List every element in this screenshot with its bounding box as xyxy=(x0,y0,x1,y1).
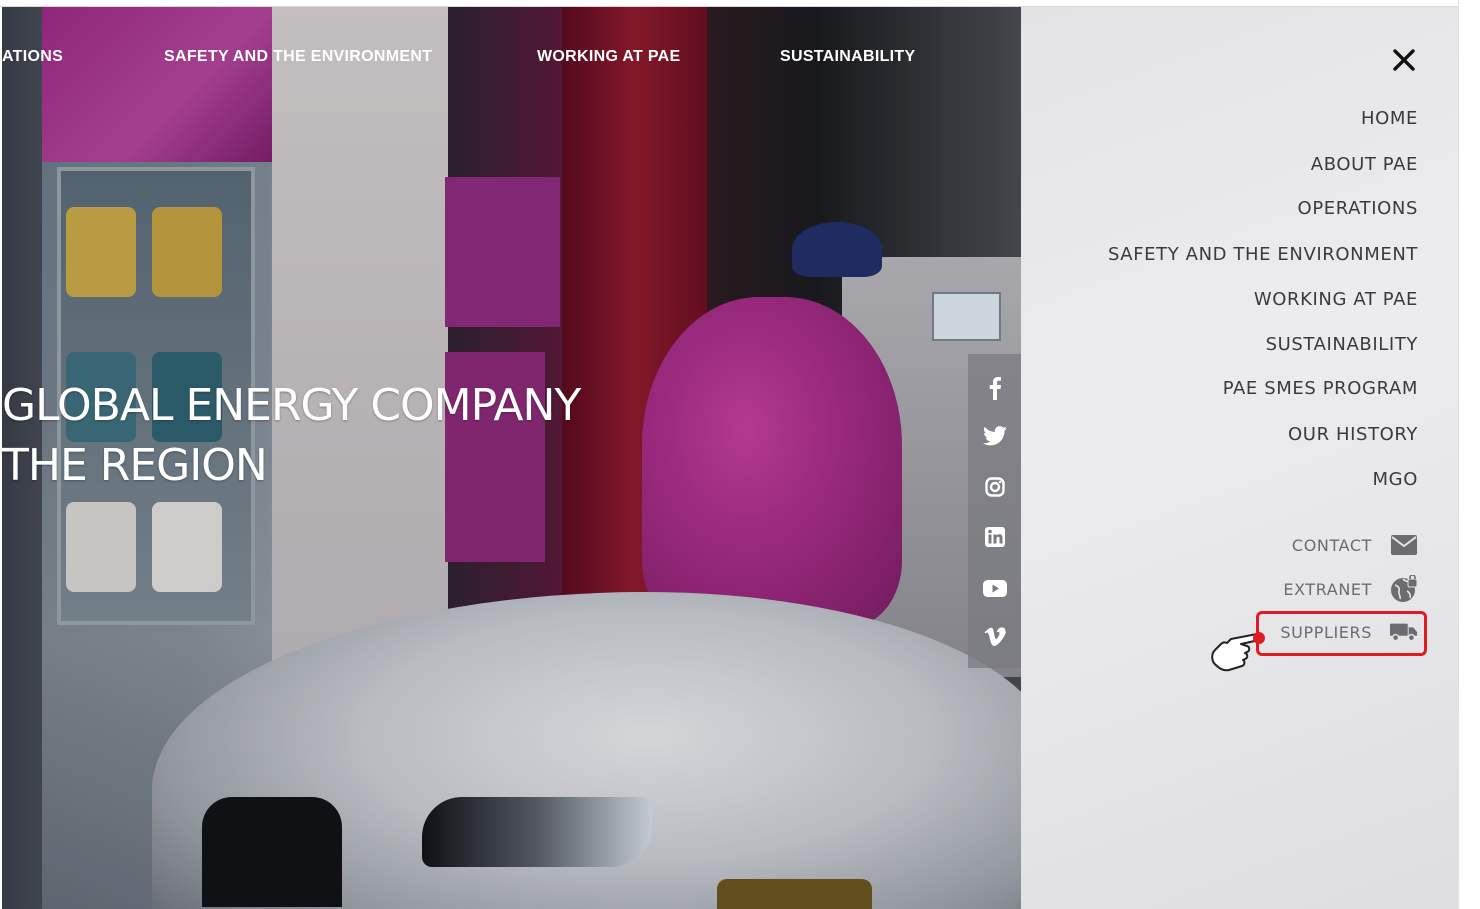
globe-lock-icon xyxy=(1390,575,1418,602)
extranet-label: EXTRANET xyxy=(1283,579,1372,599)
menu-item-our-history[interactable]: OUR HISTORY xyxy=(1288,424,1418,445)
facebook-icon[interactable] xyxy=(968,370,1021,406)
topnav-item-sustainability[interactable]: SUSTAINABILITY xyxy=(780,48,915,66)
menu-item-about-pae[interactable]: ABOUT PAE xyxy=(1311,154,1418,175)
hero-headline-line2: THE REGION xyxy=(2,440,268,491)
close-icon[interactable] xyxy=(1390,46,1418,74)
hero-headline-line1: GLOBAL ENERGY COMPANY xyxy=(2,380,581,431)
menu-item-pae-smes-program[interactable]: PAE SMES PROGRAM xyxy=(1223,378,1418,399)
menu-item-sustainability[interactable]: SUSTAINABILITY xyxy=(1266,334,1418,355)
menu-item-working-at-pae[interactable]: WORKING AT PAE xyxy=(1254,289,1418,310)
envelope-icon xyxy=(1390,533,1418,557)
menu-item-mgo[interactable]: MGO xyxy=(1373,469,1418,490)
suppliers-highlight xyxy=(1256,611,1427,656)
social-bar xyxy=(968,354,1021,668)
topnav-item-operations[interactable]: ATIONS xyxy=(2,48,63,66)
topnav-item-safety[interactable]: SAFETY AND THE ENVIRONMENT xyxy=(164,48,432,66)
window-edge xyxy=(1458,0,1480,909)
contact-label: CONTACT xyxy=(1291,535,1372,555)
twitter-icon[interactable] xyxy=(968,418,1021,454)
topnav-item-working[interactable]: WORKING AT PAE xyxy=(537,48,680,66)
hand-pointer-icon xyxy=(1207,624,1267,674)
browser-viewport: ATIONS SAFETY AND THE ENVIRONMENT WORKIN… xyxy=(0,0,1480,909)
menu-item-safety[interactable]: SAFETY AND THE ENVIRONMENT xyxy=(1108,244,1418,265)
top-border xyxy=(0,0,1480,7)
side-menu-panel xyxy=(1021,7,1458,909)
extranet-link[interactable]: EXTRANET xyxy=(1283,575,1418,602)
instagram-icon[interactable] xyxy=(968,469,1021,505)
vimeo-icon[interactable] xyxy=(968,619,1021,655)
linkedin-icon[interactable] xyxy=(968,519,1021,555)
menu-item-operations[interactable]: OPERATIONS xyxy=(1298,198,1418,219)
menu-item-home[interactable]: HOME xyxy=(1361,108,1418,129)
contact-link[interactable]: CONTACT xyxy=(1292,533,1418,557)
youtube-icon[interactable] xyxy=(968,570,1021,606)
